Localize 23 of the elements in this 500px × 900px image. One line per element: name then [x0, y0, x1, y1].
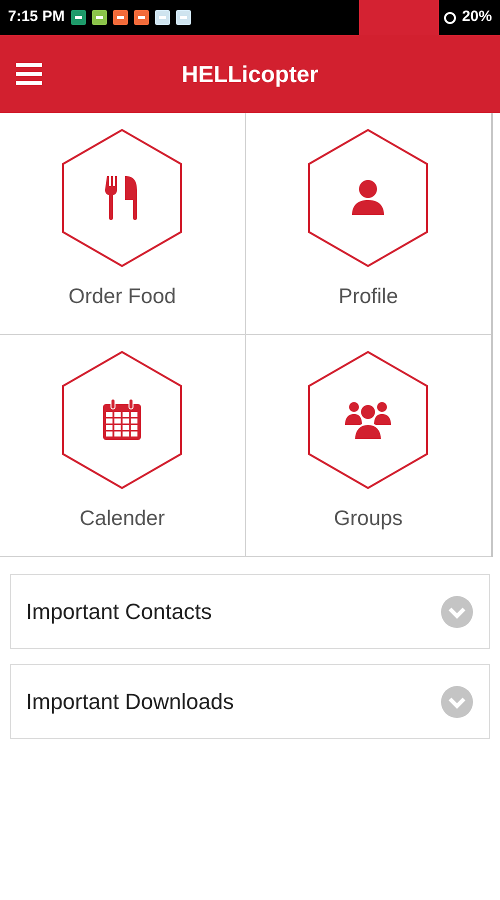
notification-icon: [112, 10, 128, 25]
accordion-header[interactable]: Important Contacts: [10, 574, 490, 649]
menu-tile[interactable]: Profile: [246, 113, 491, 335]
menu-button[interactable]: [16, 63, 42, 85]
group-icon: [345, 399, 392, 441]
accordion-header[interactable]: Important Downloads: [10, 664, 490, 739]
status-time: 7:15 PM: [8, 7, 65, 28]
calendar-icon: [102, 399, 142, 441]
chevron-icon: [440, 684, 474, 718]
fork-knife-icon: [105, 176, 140, 220]
menu-tile[interactable]: Order Food: [0, 113, 246, 335]
person-icon: [350, 179, 386, 217]
status-circle-icon: [444, 12, 456, 24]
notification-icon: [154, 10, 170, 25]
menu-tile[interactable]: Groups: [246, 335, 491, 557]
notification-icon: [176, 10, 191, 25]
notification-icon: [70, 10, 86, 25]
chevron-icon: [440, 594, 474, 628]
app-title: HELLicopter: [182, 60, 318, 89]
battery-percent: 20%: [462, 7, 492, 28]
menu-tile[interactable]: Calender: [0, 335, 246, 557]
notification-icon: [92, 10, 107, 25]
notification-icon: [134, 10, 149, 25]
